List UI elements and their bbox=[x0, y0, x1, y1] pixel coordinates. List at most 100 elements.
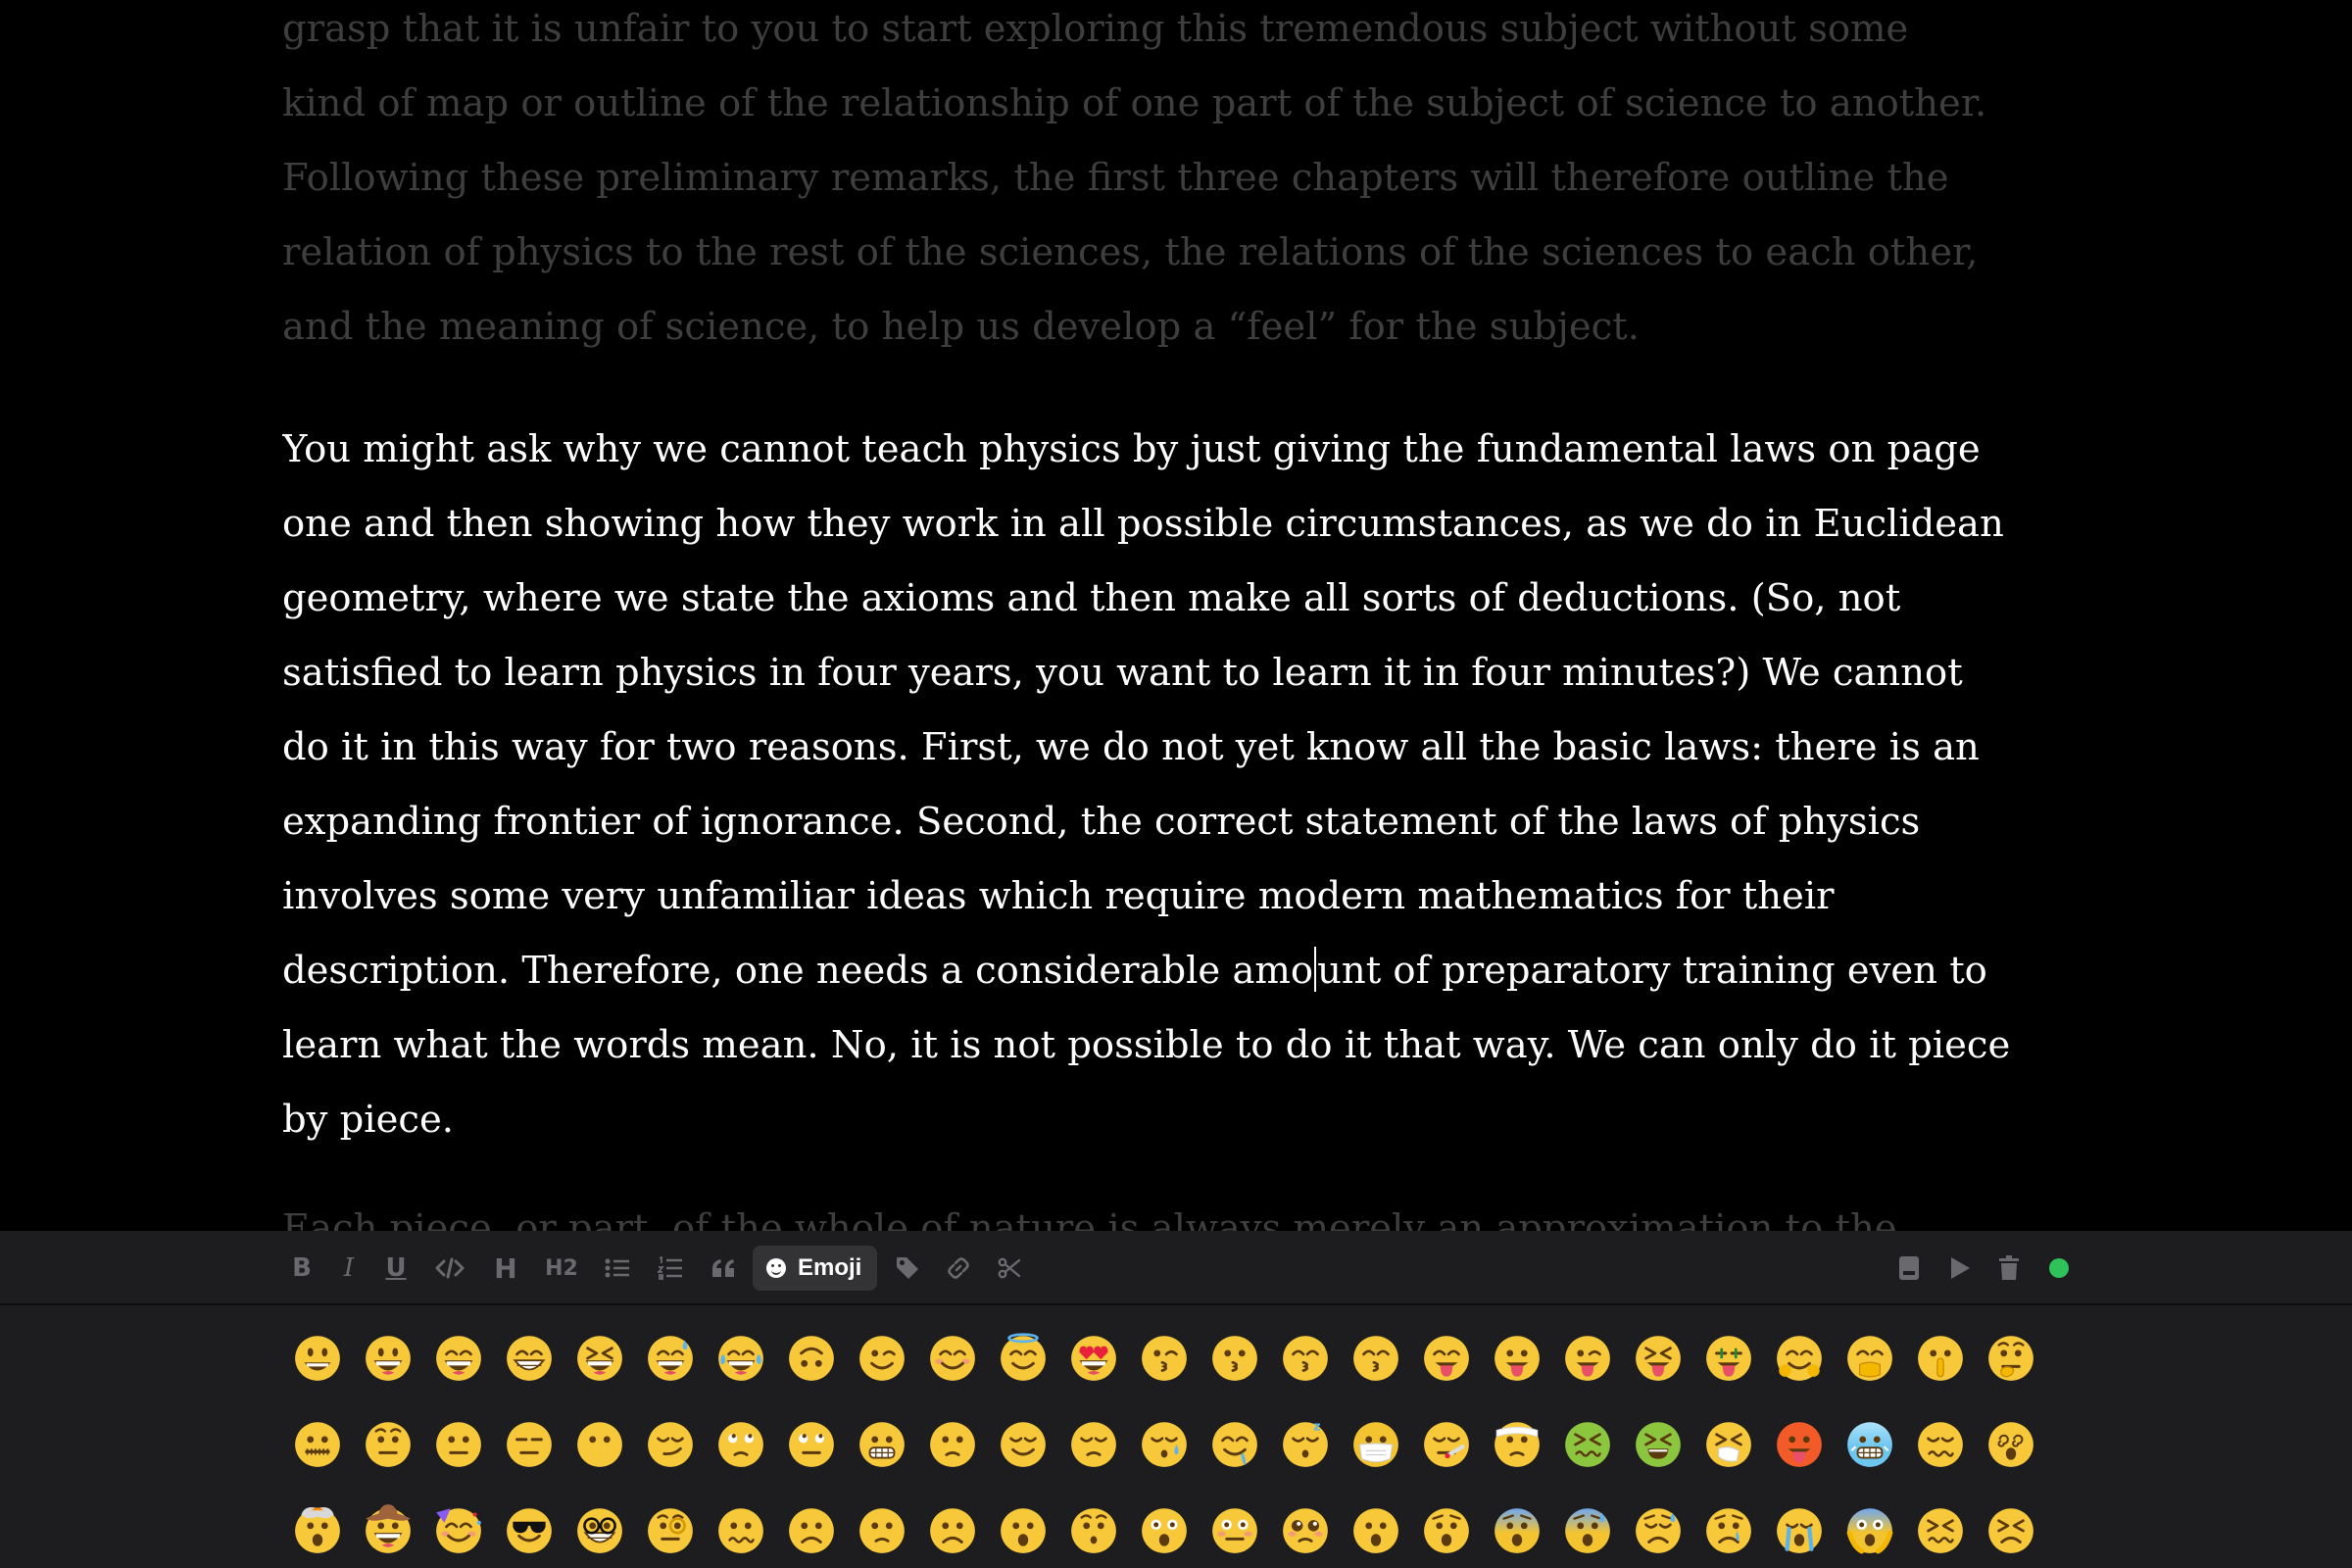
emoji-smiley[interactable] bbox=[353, 1327, 423, 1386]
delete-button[interactable] bbox=[1991, 1231, 2027, 1305]
quote-button[interactable] bbox=[704, 1231, 743, 1305]
emoji-sunglasses[interactable] bbox=[494, 1499, 564, 1558]
emoji-neutral[interactable] bbox=[423, 1413, 494, 1472]
emoji-wink[interactable] bbox=[847, 1327, 917, 1386]
emoji-no-mouth[interactable] bbox=[564, 1413, 635, 1472]
emoji-heart-eyes[interactable] bbox=[1058, 1327, 1129, 1386]
emoji-drooling[interactable] bbox=[1200, 1413, 1270, 1472]
emoji-thinking[interactable] bbox=[1976, 1327, 2046, 1386]
emoji-sweat-smile[interactable] bbox=[635, 1327, 706, 1386]
emoji-money-mouth[interactable] bbox=[1693, 1327, 1764, 1386]
emoji-exploding-head[interactable] bbox=[282, 1499, 353, 1558]
emoji-button[interactable]: Emoji bbox=[753, 1246, 877, 1291]
numbered-list-button[interactable] bbox=[651, 1231, 690, 1305]
emoji-pensive[interactable] bbox=[1058, 1413, 1129, 1472]
emoji-grinning[interactable] bbox=[282, 1327, 353, 1386]
emoji-sneezing[interactable] bbox=[1693, 1413, 1764, 1472]
emoji-cold[interactable] bbox=[1835, 1413, 1905, 1472]
text-line: one and then showing how they work in al… bbox=[282, 502, 2004, 546]
paragraph-next[interactable]: Each piece, or part, of the whole of nat… bbox=[282, 1192, 2085, 1231]
italic-button[interactable]: I bbox=[331, 1231, 367, 1305]
emoji-monocle[interactable] bbox=[635, 1499, 706, 1558]
emoji-pleading[interactable] bbox=[1270, 1499, 1341, 1558]
emoji-yum[interactable] bbox=[1411, 1327, 1482, 1386]
emoji-thermometer[interactable] bbox=[1411, 1413, 1482, 1472]
emoji-relieved[interactable] bbox=[988, 1413, 1058, 1472]
heading2-button[interactable]: H2 bbox=[540, 1231, 583, 1305]
emoji-frowning-open[interactable] bbox=[1341, 1499, 1411, 1558]
emoji-confused[interactable] bbox=[706, 1499, 776, 1558]
emoji-hugging[interactable] bbox=[1764, 1327, 1835, 1386]
emoji-unamused[interactable] bbox=[706, 1413, 776, 1472]
emoji-bandage[interactable] bbox=[1482, 1413, 1552, 1472]
emoji-mask[interactable] bbox=[1341, 1413, 1411, 1472]
emoji-kissing-closed-eyes[interactable] bbox=[1270, 1327, 1341, 1386]
emoji-expressionless[interactable] bbox=[494, 1413, 564, 1472]
emoji-partying[interactable] bbox=[423, 1499, 494, 1558]
emoji-sleepy[interactable] bbox=[1129, 1413, 1200, 1472]
emoji-shushing[interactable] bbox=[1905, 1327, 1976, 1386]
emoji-rolling-eyes[interactable] bbox=[776, 1413, 847, 1472]
emoji-frowning[interactable] bbox=[917, 1499, 988, 1558]
lying-icon bbox=[930, 1422, 975, 1467]
emoji-disappointed-relieved[interactable] bbox=[1623, 1499, 1693, 1558]
emoji-dizzy[interactable] bbox=[1976, 1413, 2046, 1472]
text-line: You might ask why we cannot teach physic… bbox=[282, 427, 1981, 471]
heading-button[interactable]: H bbox=[486, 1231, 525, 1305]
tag-button[interactable] bbox=[888, 1231, 927, 1305]
emoji-sleeping[interactable]: z bbox=[1270, 1413, 1341, 1472]
emoji-crying[interactable] bbox=[1693, 1499, 1764, 1558]
editor-area[interactable]: grasp that it is unfair to you to start … bbox=[282, 0, 2085, 1231]
fearful-icon bbox=[1494, 1508, 1540, 1553]
emoji-astonished[interactable] bbox=[1129, 1499, 1200, 1558]
emoji-cold-sweat[interactable] bbox=[1552, 1499, 1623, 1558]
emoji-winking-tongue[interactable] bbox=[1552, 1327, 1623, 1386]
play-button[interactable] bbox=[1942, 1231, 1978, 1305]
emoji-vomiting[interactable] bbox=[1623, 1413, 1693, 1472]
emoji-screaming[interactable] bbox=[1835, 1499, 1905, 1558]
paragraph-previous[interactable]: grasp that it is unfair to you to start … bbox=[282, 0, 2085, 365]
emoji-smirk[interactable] bbox=[635, 1413, 706, 1472]
emoji-woozy[interactable] bbox=[1905, 1413, 1976, 1472]
emoji-open-mouth[interactable] bbox=[988, 1499, 1058, 1558]
emoji-raised-eyebrow[interactable] bbox=[353, 1413, 423, 1472]
bullet-list-button[interactable] bbox=[598, 1231, 637, 1305]
emoji-persevering[interactable] bbox=[1976, 1499, 2046, 1558]
emoji-kissing-heart[interactable] bbox=[1129, 1327, 1200, 1386]
notebook-button[interactable] bbox=[1891, 1231, 1927, 1305]
code-button[interactable] bbox=[429, 1231, 470, 1305]
emoji-lying[interactable] bbox=[917, 1413, 988, 1472]
emoji-hushed[interactable] bbox=[1058, 1499, 1129, 1558]
emoji-cowboy[interactable] bbox=[353, 1499, 423, 1558]
emoji-innocent[interactable] bbox=[988, 1327, 1058, 1386]
emoji-worried[interactable] bbox=[776, 1499, 847, 1558]
paragraph-active[interactable]: You might ask why we cannot teach physic… bbox=[282, 413, 2085, 1157]
bold-button[interactable]: B bbox=[284, 1231, 319, 1305]
link-button[interactable] bbox=[939, 1231, 978, 1305]
emoji-nerd[interactable] bbox=[564, 1499, 635, 1558]
emoji-confounded[interactable] bbox=[1905, 1499, 1976, 1558]
emoji-joy[interactable] bbox=[706, 1327, 776, 1386]
emoji-nauseated[interactable] bbox=[1552, 1413, 1623, 1472]
emoji-squinting-tongue[interactable] bbox=[1623, 1327, 1693, 1386]
emoji-slightly-frowning[interactable] bbox=[847, 1499, 917, 1558]
emoji-upside-down[interactable] bbox=[776, 1327, 847, 1386]
emoji-hot[interactable] bbox=[1764, 1413, 1835, 1472]
emoji-grin[interactable] bbox=[494, 1327, 564, 1386]
emoji-blush[interactable] bbox=[917, 1327, 988, 1386]
thermometer-icon bbox=[1424, 1422, 1469, 1467]
emoji-sobbing[interactable] bbox=[1764, 1499, 1835, 1558]
cut-button[interactable] bbox=[990, 1231, 1029, 1305]
emoji-grimacing[interactable] bbox=[847, 1413, 917, 1472]
emoji-smile[interactable] bbox=[423, 1327, 494, 1386]
emoji-kissing[interactable] bbox=[1200, 1327, 1270, 1386]
emoji-hand-over-mouth[interactable] bbox=[1835, 1327, 1905, 1386]
emoji-laughing[interactable] bbox=[564, 1327, 635, 1386]
emoji-flushed[interactable] bbox=[1200, 1499, 1270, 1558]
emoji-zipper-mouth[interactable] bbox=[282, 1413, 353, 1472]
emoji-fearful[interactable] bbox=[1482, 1499, 1552, 1558]
emoji-anguished[interactable] bbox=[1411, 1499, 1482, 1558]
emoji-stuck-out-tongue[interactable] bbox=[1482, 1327, 1552, 1386]
underline-button[interactable]: U bbox=[378, 1231, 414, 1305]
emoji-kissing-smiling-eyes[interactable] bbox=[1341, 1327, 1411, 1386]
